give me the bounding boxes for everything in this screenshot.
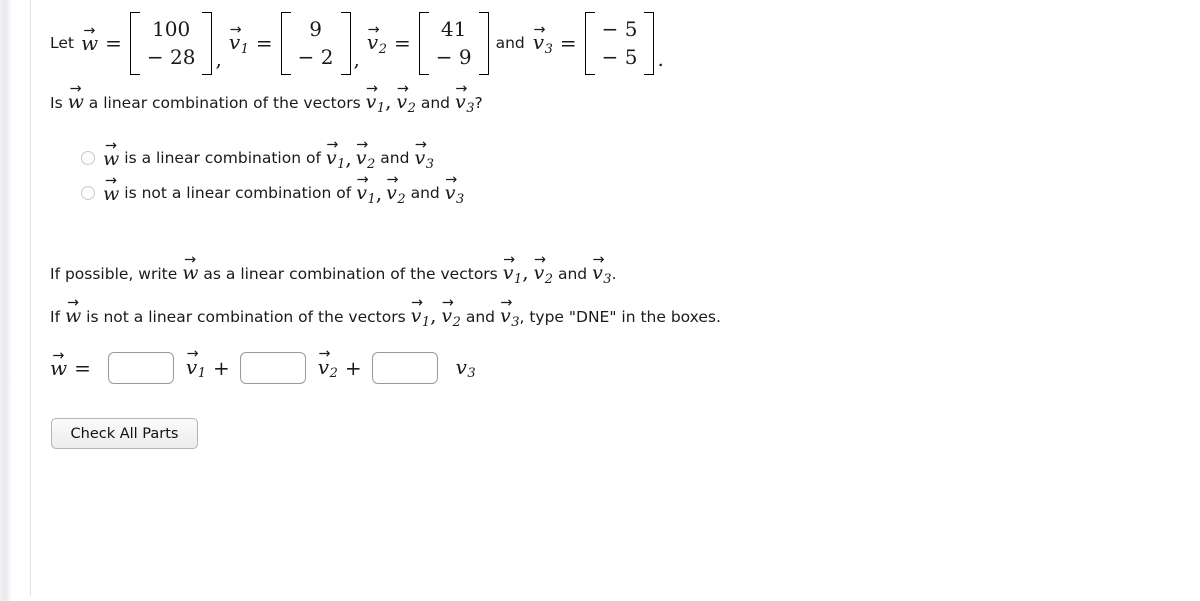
equals-sign-v2: = bbox=[393, 31, 411, 56]
vector-symbol-v1: → v1 bbox=[365, 80, 386, 116]
problem-content-area: Let → w = 100 − 28 , → v1 = 9 − 2 , → v2… bbox=[31, 0, 1200, 601]
matrix-entry: − 28 bbox=[146, 45, 196, 70]
vector-symbol-v2: → v2 bbox=[355, 136, 376, 172]
matrix-entry: − 5 bbox=[601, 45, 638, 70]
period: . bbox=[657, 46, 664, 71]
vector-symbol-w: → w bbox=[50, 347, 68, 380]
vector-symbol-w: → w bbox=[64, 294, 82, 327]
matrix-v2: 41 − 9 bbox=[418, 12, 489, 75]
and-word: and bbox=[465, 308, 496, 326]
matrix-v1: 9 − 2 bbox=[280, 12, 351, 75]
bracket-right-icon bbox=[340, 12, 351, 75]
choice-label: is a linear combination of bbox=[124, 149, 321, 168]
bracket-left-icon bbox=[418, 12, 429, 75]
question-terminator: ? bbox=[474, 94, 483, 112]
equals-sign-v1: = bbox=[255, 31, 273, 56]
answer-equation-row: → w = → v1 + → v2 + v3 bbox=[50, 346, 476, 384]
instruction-prefix: If bbox=[50, 308, 61, 326]
radio-option-is-not-linear-combination[interactable]: → w is not a linear combination of → v1, →… bbox=[81, 171, 465, 207]
vector-symbol-v2: → v2 bbox=[396, 80, 416, 116]
vector-symbol-v1: → v1 bbox=[356, 171, 376, 207]
vector-symbol-v2: → v2 bbox=[386, 171, 406, 207]
radio-option-is-linear-combination[interactable]: → w is a linear combination of → v1, → v2 a… bbox=[81, 136, 434, 172]
bracket-right-icon bbox=[202, 12, 213, 75]
coefficient-input-1[interactable] bbox=[107, 352, 174, 384]
equals-sign: = bbox=[74, 356, 91, 380]
vector-symbol-w: → w bbox=[182, 251, 199, 284]
matrix-entry: − 2 bbox=[297, 45, 334, 70]
and-word: and bbox=[495, 34, 525, 53]
plus-sign: + bbox=[344, 356, 362, 380]
vector-symbol-v2: → v2 bbox=[366, 21, 387, 57]
vector-definitions-line: Let → w = 100 − 28 , → v1 = 9 − 2 , → v2… bbox=[50, 12, 664, 75]
check-all-parts-button[interactable]: Check All Parts bbox=[51, 418, 198, 449]
matrix-entry: 100 bbox=[152, 17, 191, 41]
radio-button-icon[interactable] bbox=[81, 186, 95, 201]
matrix-w: 100 − 28 bbox=[129, 12, 213, 75]
vector-symbol-v3: → v3 bbox=[414, 136, 434, 172]
vector-symbol-w: → w bbox=[80, 22, 99, 56]
vector-symbol-v3-plain: v3 bbox=[455, 354, 476, 382]
page-left-gutter bbox=[0, 0, 11, 601]
question-body: a linear combination of the vectors bbox=[88, 94, 361, 112]
matrix-entry: − 9 bbox=[435, 45, 472, 70]
let-label: Let bbox=[50, 34, 74, 53]
vector-symbol-w: → w bbox=[67, 80, 84, 113]
vector-symbol-v2: → v2 bbox=[441, 294, 461, 330]
vector-symbol-v3: → v3 bbox=[499, 294, 520, 330]
vector-symbol-v3: → v3 bbox=[592, 251, 612, 287]
vector-symbol-v2: → v2 bbox=[533, 251, 554, 287]
vector-symbol-v1: → v1 bbox=[502, 251, 523, 287]
coefficient-input-3[interactable] bbox=[371, 352, 438, 384]
instruction-terminator: . bbox=[611, 265, 617, 283]
matrix-entry: 41 bbox=[440, 17, 467, 41]
instruction-dne-note: If → w is not a linear combination of the… bbox=[50, 294, 721, 330]
vector-symbol-v1: → v1 bbox=[228, 21, 249, 57]
and-word: and bbox=[380, 149, 410, 168]
vector-symbol-v3: → v3 bbox=[532, 21, 553, 57]
vector-symbol-v2: → v2 bbox=[317, 346, 338, 382]
plus-sign: + bbox=[212, 356, 230, 380]
and-word: and bbox=[557, 265, 588, 283]
vector-symbol-v3: → v3 bbox=[454, 80, 475, 116]
separator-comma: , bbox=[353, 46, 360, 71]
instruction-body: as a linear combination of the vectors bbox=[203, 265, 498, 283]
coefficient-input-2[interactable] bbox=[239, 352, 306, 384]
bracket-left-icon bbox=[584, 12, 595, 75]
instruction-terminator: , type "DNE" in the boxes. bbox=[519, 308, 721, 326]
equals-sign-v3: = bbox=[559, 31, 577, 56]
bracket-right-icon bbox=[644, 12, 655, 75]
matrix-v3: − 5 − 5 bbox=[584, 12, 655, 75]
bracket-right-icon bbox=[478, 12, 489, 75]
vector-symbol-v1: → v1 bbox=[185, 346, 206, 382]
question-prefix: Is bbox=[50, 94, 63, 112]
question-text: Is → w a linear combination of the vector… bbox=[50, 80, 483, 116]
vector-symbol-w: → w bbox=[103, 172, 120, 206]
bracket-left-icon bbox=[129, 12, 140, 75]
instruction-body: is not a linear combination of the vecto… bbox=[86, 308, 406, 326]
vector-symbol-v1: → v1 bbox=[410, 294, 431, 330]
equals-sign-w: = bbox=[105, 31, 122, 56]
and-word: and bbox=[420, 94, 451, 112]
matrix-entry: 9 bbox=[309, 17, 322, 41]
choice-label: is not a linear combination of bbox=[124, 184, 352, 203]
vector-symbol-v3: → v3 bbox=[444, 171, 465, 207]
radio-button-icon[interactable] bbox=[81, 151, 95, 166]
matrix-entry: − 5 bbox=[601, 17, 638, 41]
bracket-left-icon bbox=[280, 12, 291, 75]
vector-symbol-w: → w bbox=[103, 137, 120, 171]
instruction-prefix: If possible, write bbox=[50, 265, 178, 283]
instruction-write-as-combination: If possible, write → w as a linear combin… bbox=[50, 251, 617, 287]
vector-symbol-v1: → v1 bbox=[325, 136, 346, 172]
and-word: and bbox=[410, 184, 440, 203]
separator-comma: , bbox=[215, 46, 222, 71]
